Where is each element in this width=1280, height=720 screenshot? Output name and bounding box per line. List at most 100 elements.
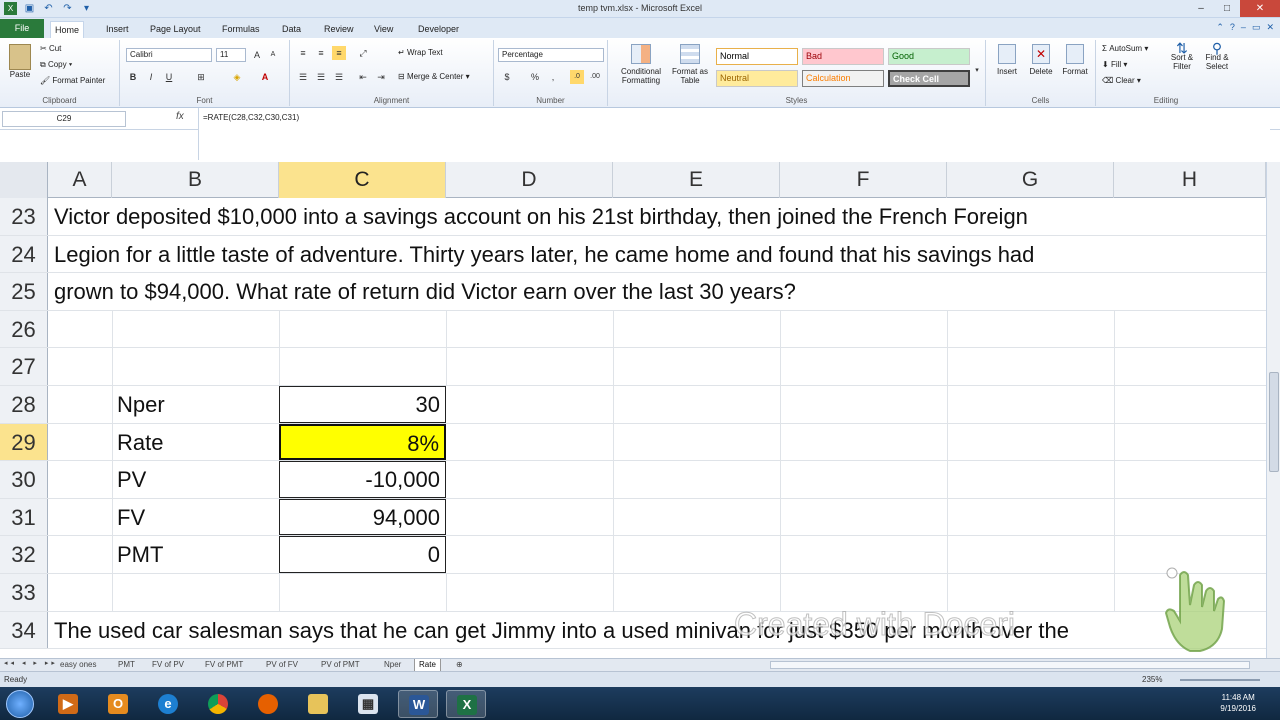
taskbar-outlook[interactable]: O xyxy=(98,690,138,718)
bold-button[interactable]: B xyxy=(126,70,140,84)
underline-button[interactable]: U xyxy=(162,70,176,84)
fill-button[interactable]: ⬇ Fill ▾ xyxy=(1102,60,1127,69)
increase-indent-icon[interactable]: ⇥ xyxy=(374,70,388,84)
sheet-tab[interactable]: easy ones xyxy=(56,659,100,671)
conditional-formatting-button[interactable]: Conditional Formatting xyxy=(614,44,668,85)
font-size-select[interactable]: 11 xyxy=(216,48,246,62)
name-box[interactable]: C29 xyxy=(2,111,126,127)
sort-filter-button[interactable]: ⇅ Sort & Filter xyxy=(1166,41,1198,71)
tab-formulas[interactable]: Formulas xyxy=(218,21,264,38)
row-header[interactable]: 28 xyxy=(0,386,48,423)
sheet-tab-active[interactable]: Rate xyxy=(414,659,441,671)
tab-data[interactable]: Data xyxy=(278,21,305,38)
input-label-rate[interactable]: Rate xyxy=(117,424,163,461)
row-header[interactable]: 33 xyxy=(0,574,48,611)
copy-button[interactable]: ⧉ Copy ▾ xyxy=(40,60,72,70)
style-bad[interactable]: Bad xyxy=(802,48,884,65)
close-icon[interactable]: ✕ xyxy=(1240,0,1280,17)
question-text[interactable]: grown to $94,000. What rate of return di… xyxy=(54,273,796,310)
increase-decimal-icon[interactable]: .0 xyxy=(570,70,584,84)
column-header-g[interactable]: G xyxy=(947,162,1114,198)
sheet-nav-arrows-icon[interactable]: ◂◂ ◂ ▸ ▸▸ xyxy=(4,659,58,667)
align-center-icon[interactable]: ☰ xyxy=(314,70,328,84)
sheet-tab[interactable]: Nper xyxy=(380,659,405,671)
currency-button[interactable]: $ xyxy=(500,70,514,84)
restore-icon[interactable]: ▭ xyxy=(1252,22,1261,33)
align-top-icon[interactable]: ≡ xyxy=(296,46,310,60)
clear-button[interactable]: ⌫ Clear ▾ xyxy=(1102,76,1141,85)
tab-file[interactable]: File xyxy=(0,19,44,38)
sheet-tab[interactable]: FV of PMT xyxy=(201,659,247,671)
style-check-cell[interactable]: Check Cell xyxy=(888,70,970,87)
font-family-select[interactable]: Calibri xyxy=(126,48,212,62)
row-header[interactable]: 29 xyxy=(0,423,48,461)
tab-review[interactable]: Review xyxy=(320,21,358,38)
column-header-c[interactable]: C xyxy=(279,162,446,198)
row-header[interactable]: 23 xyxy=(0,198,48,235)
taskbar-internet-explorer[interactable]: e xyxy=(148,690,188,718)
column-header-h[interactable]: H xyxy=(1114,162,1266,198)
help-icon[interactable]: ? xyxy=(1230,22,1235,33)
row-header[interactable]: 24 xyxy=(0,235,48,273)
align-middle-icon[interactable]: ≡ xyxy=(314,46,328,60)
new-sheet-icon[interactable]: ⊕ xyxy=(452,659,467,671)
column-header-b[interactable]: B xyxy=(112,162,279,198)
fill-color-icon[interactable]: ◈ xyxy=(230,70,244,84)
sheet-tab[interactable]: PMT xyxy=(114,659,139,671)
input-label-pmt[interactable]: PMT xyxy=(117,536,163,573)
column-header-e[interactable]: E xyxy=(613,162,780,198)
formula-input[interactable]: =RATE(C28,C32,C30,C31) xyxy=(198,108,1270,160)
function-icon[interactable]: fx xyxy=(176,111,184,122)
orientation-icon[interactable]: ⤢ xyxy=(356,46,370,60)
row-header[interactable]: 27 xyxy=(0,348,48,385)
find-select-button[interactable]: ⚲ Find & Select xyxy=(1200,41,1234,71)
cut-button[interactable]: ✂ Cut xyxy=(40,44,61,53)
grow-font-icon[interactable]: A xyxy=(250,48,264,62)
font-color-icon[interactable]: A xyxy=(258,70,272,84)
row-header[interactable]: 32 xyxy=(0,536,48,573)
row-header[interactable]: 34 xyxy=(0,611,48,649)
sheet-tab[interactable]: FV of PV xyxy=(148,659,188,671)
row-header[interactable]: 30 xyxy=(0,461,48,498)
insert-cells-button[interactable]: Insert xyxy=(992,44,1022,76)
question-text[interactable]: Legion for a little taste of adventure. … xyxy=(54,236,1034,273)
comma-button[interactable]: , xyxy=(546,70,560,84)
active-cell-rate[interactable]: 8% xyxy=(279,423,446,461)
styles-more-icon[interactable]: ▾ xyxy=(970,64,984,78)
start-button-icon[interactable] xyxy=(6,690,34,718)
italic-button[interactable]: I xyxy=(144,70,158,84)
taskbar-media-player[interactable]: ▶ xyxy=(48,690,88,718)
sheet-tab[interactable]: PV of PMT xyxy=(317,659,364,671)
column-header-f[interactable]: F xyxy=(780,162,947,198)
minimize-icon[interactable]: – xyxy=(1241,22,1246,33)
borders-icon[interactable]: ⊞ xyxy=(194,70,208,84)
input-value-nper[interactable]: 30 xyxy=(279,386,446,423)
row-header[interactable]: 25 xyxy=(0,273,48,310)
percent-button[interactable]: % xyxy=(528,70,542,84)
paste-button[interactable]: Paste xyxy=(6,44,34,84)
question-text[interactable]: Victor deposited $10,000 into a savings … xyxy=(54,198,1028,235)
system-clock[interactable]: 11:48 AM 9/19/2016 xyxy=(1220,692,1256,714)
horizontal-scrollbar[interactable] xyxy=(770,661,1250,669)
row-header[interactable]: 26 xyxy=(0,310,48,348)
shrink-font-icon[interactable]: A xyxy=(266,48,280,62)
wrap-text-button[interactable]: ↵ Wrap Text xyxy=(398,48,443,57)
format-cells-button[interactable]: Format xyxy=(1060,44,1090,76)
scrollbar-thumb[interactable] xyxy=(1269,372,1279,472)
merge-center-button[interactable]: ⊟ Merge & Center ▾ xyxy=(398,72,470,81)
vertical-scrollbar[interactable] xyxy=(1266,162,1280,658)
style-normal[interactable]: Normal xyxy=(716,48,798,65)
autosum-button[interactable]: Σ AutoSum ▾ xyxy=(1102,44,1148,53)
style-good[interactable]: Good xyxy=(888,48,970,65)
decrease-indent-icon[interactable]: ⇤ xyxy=(356,70,370,84)
maximize-icon[interactable]: □ xyxy=(1214,0,1240,17)
tab-insert[interactable]: Insert xyxy=(102,21,133,38)
input-label-fv[interactable]: FV xyxy=(117,499,145,536)
select-all-corner[interactable] xyxy=(0,162,48,198)
format-painter-button[interactable]: 🖌 Format Painter xyxy=(40,76,105,85)
taskbar-excel[interactable]: X xyxy=(446,690,486,718)
zoom-level[interactable]: 235% xyxy=(1142,675,1162,684)
column-header-d[interactable]: D xyxy=(446,162,613,198)
taskbar-chrome[interactable] xyxy=(198,690,238,718)
taskbar-word[interactable]: W xyxy=(398,690,438,718)
